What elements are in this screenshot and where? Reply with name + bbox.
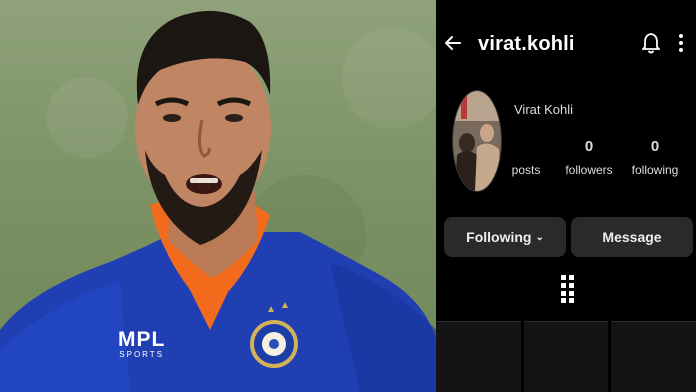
cricketer-photo: MPL SPORTS [0, 0, 436, 392]
grid-cell[interactable] [611, 321, 696, 392]
more-vertical-icon[interactable] [676, 32, 686, 54]
posts-count [506, 138, 546, 155]
profile-top-bar: virat.kohli [436, 28, 696, 62]
following-label: following [631, 163, 679, 177]
profile-display-name: Virat Kohli [514, 102, 574, 117]
profile-username: virat.kohli [478, 33, 575, 55]
following-stat[interactable]: 0 following [626, 138, 684, 177]
followers-count: 0 [584, 138, 594, 155]
bell-icon[interactable] [642, 32, 660, 54]
message-button[interactable]: Message [571, 217, 693, 257]
profile-screen: virat.kohli Virat Kohli posts 0 follower… [436, 0, 696, 392]
grid-icon[interactable] [561, 275, 575, 303]
message-button-label: Message [602, 229, 662, 245]
following-button[interactable]: Following ⌄ [444, 217, 566, 257]
profile-avatar[interactable] [452, 90, 502, 192]
followers-label: followers [565, 163, 613, 177]
following-count: 0 [650, 138, 660, 155]
posts-grid [436, 321, 696, 392]
posts-label: posts [511, 163, 541, 177]
avatar-image [453, 91, 501, 191]
grid-cell[interactable] [436, 321, 521, 392]
following-button-label: Following [466, 229, 532, 245]
followers-stat[interactable]: 0 followers [560, 138, 618, 177]
chevron-down-icon: ⌄ [535, 231, 544, 243]
mpl-logo-subtext: SPORTS [119, 350, 165, 359]
player-illustration [0, 10, 436, 392]
arrow-left-icon[interactable] [444, 34, 462, 52]
grid-cell[interactable] [523, 321, 609, 392]
mpl-logo: MPL SPORTS [118, 328, 166, 359]
posts-stat[interactable]: posts [506, 138, 546, 177]
mpl-logo-text: MPL [118, 328, 166, 351]
